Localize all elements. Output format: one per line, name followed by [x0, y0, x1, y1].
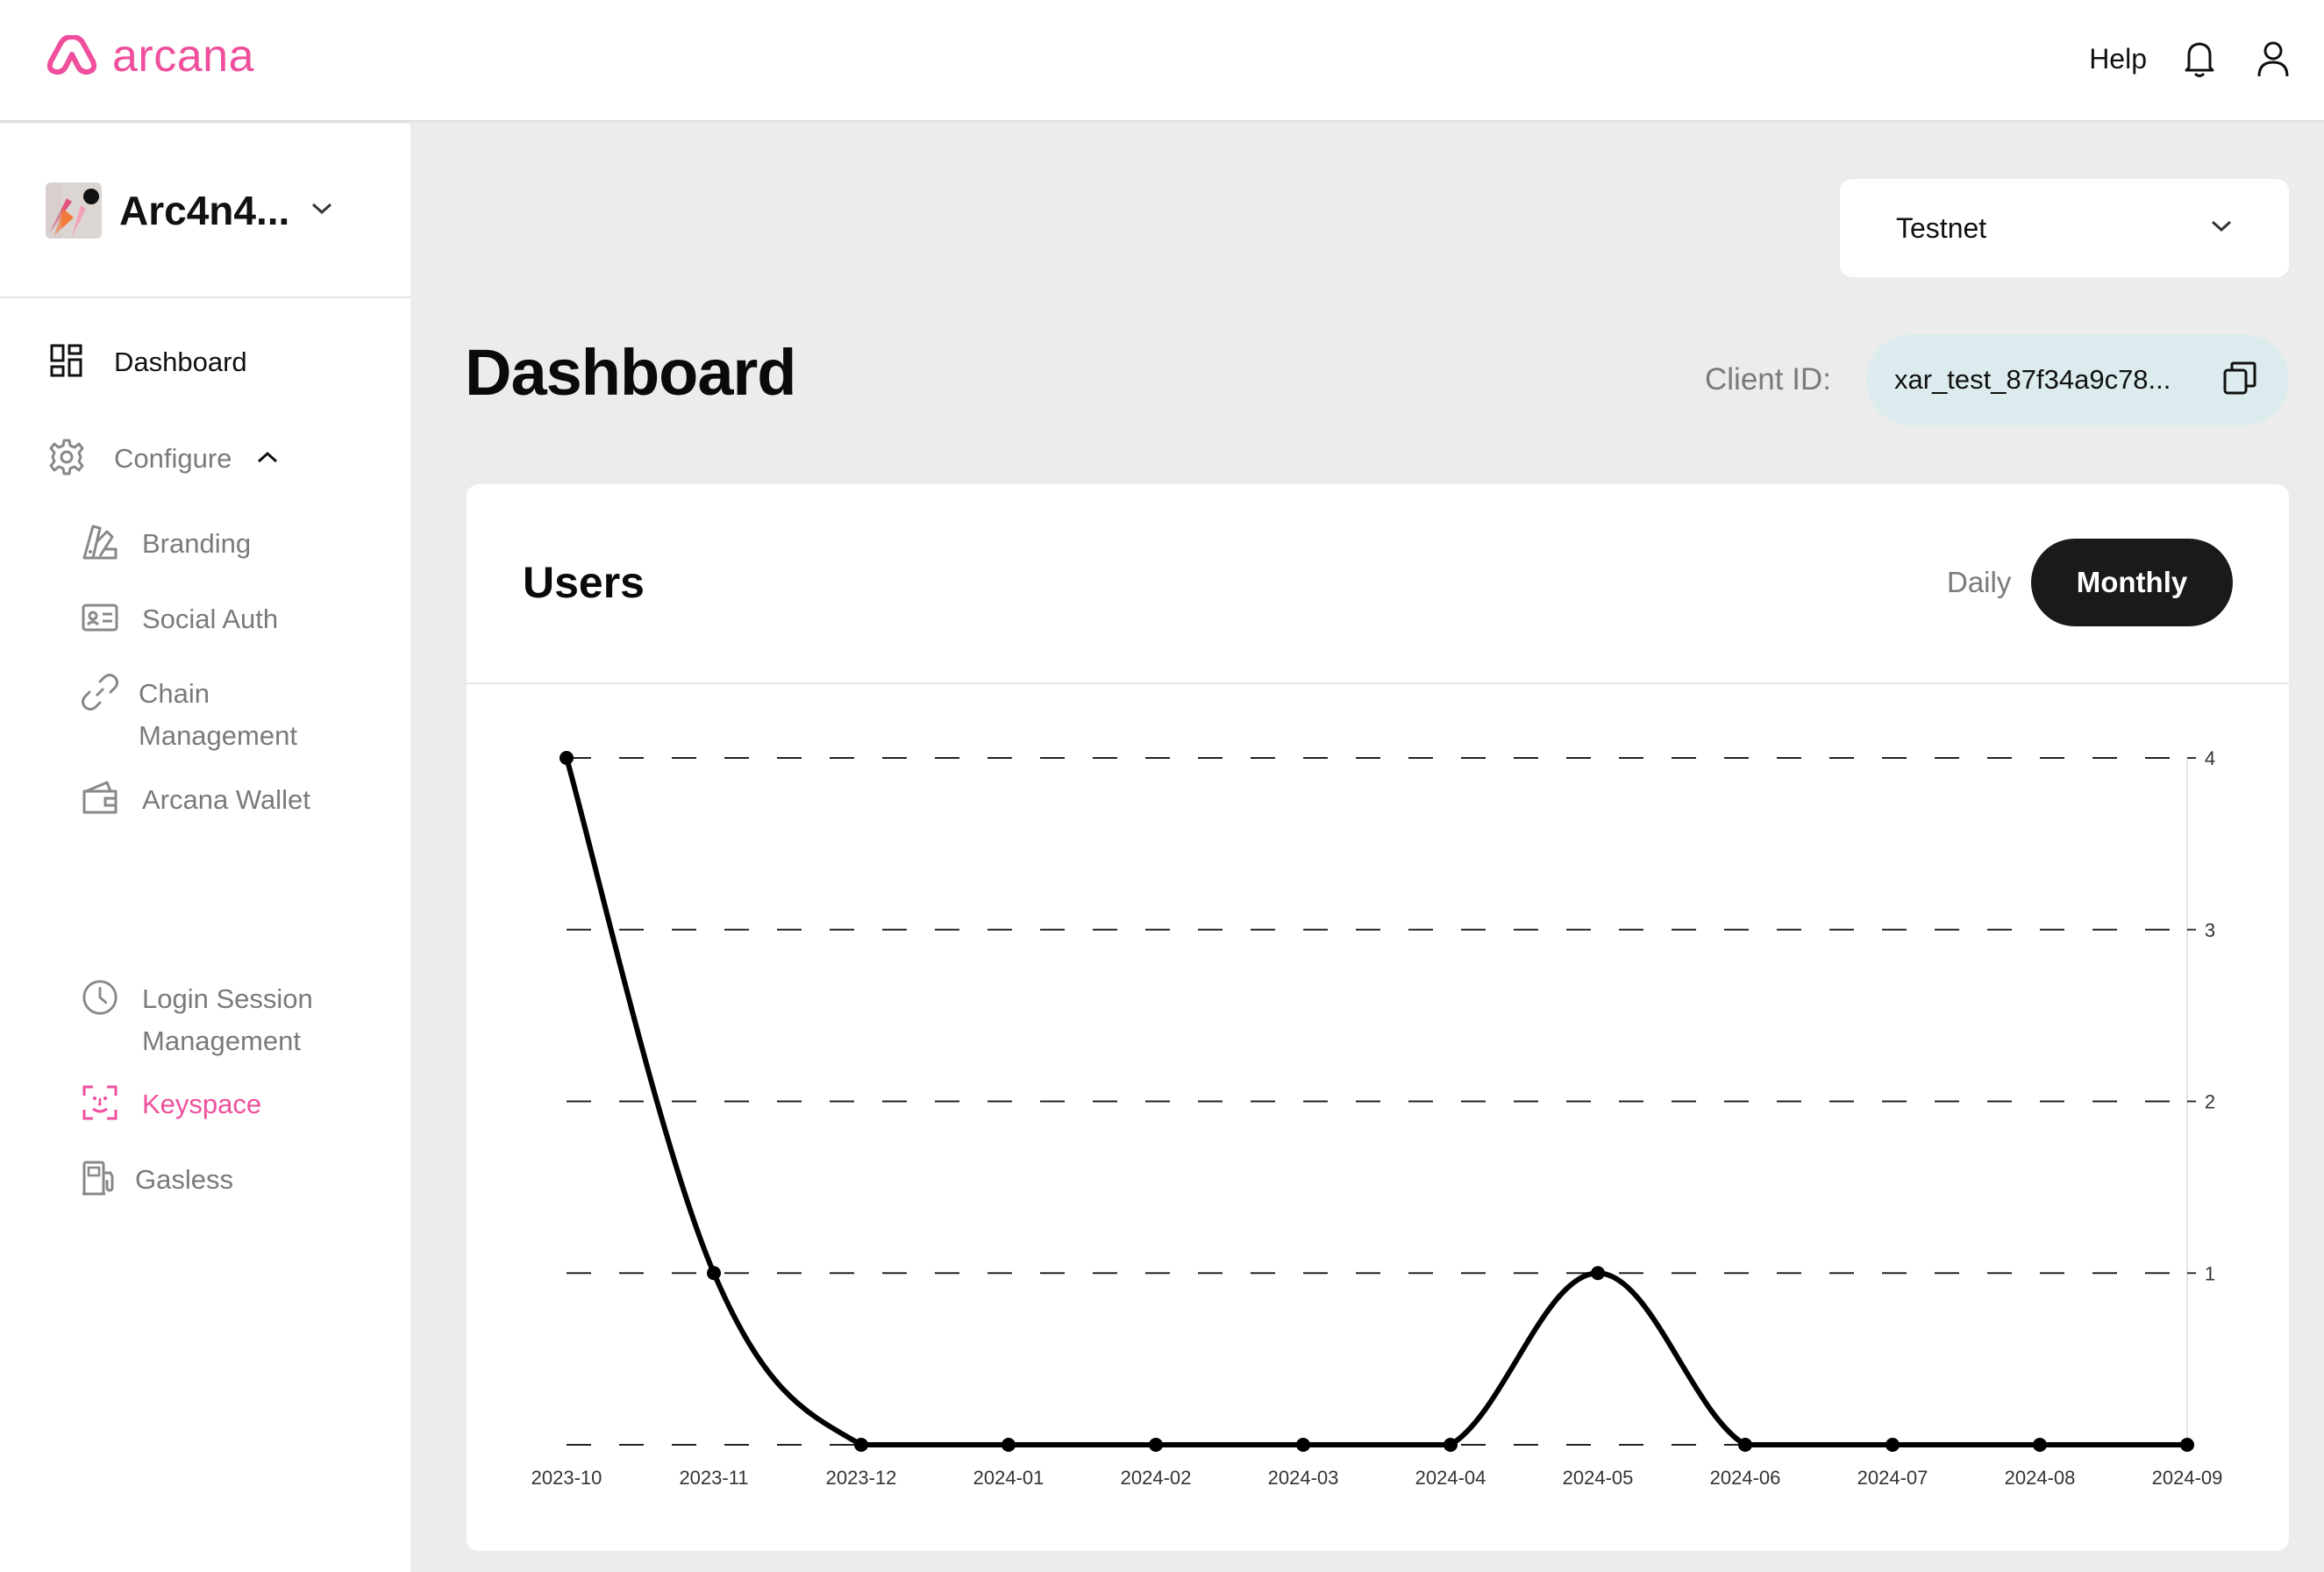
sidebar-item-label: Configure	[114, 443, 232, 474]
users-card: Users Daily Monthly	[467, 484, 2289, 1551]
gear-icon	[47, 438, 86, 476]
help-link[interactable]: Help	[2089, 43, 2147, 75]
sidebar-item-chain-management[interactable]: Chain Management	[81, 673, 297, 757]
sidebar-item-label: Social Auth	[142, 604, 279, 634]
sidebar-item-label: Gasless	[135, 1164, 233, 1195]
sidebar-item-social-auth[interactable]: Social Auth	[81, 598, 278, 640]
users-card-title: Users	[523, 558, 645, 607]
sidebar: Arc4n4... Dashboard Configure Branding S…	[0, 124, 410, 1572]
arcana-logo-icon	[46, 35, 97, 75]
chevron-up-icon[interactable]	[256, 450, 279, 468]
network-select-value: Testnet	[1896, 211, 1987, 244]
chevron-down-icon[interactable]	[310, 202, 333, 220]
client-id-value: xar_test_87f34a9c78...	[1894, 364, 2171, 395]
app-switcher[interactable]: Arc4n4...	[46, 180, 333, 241]
wallet-icon	[81, 779, 119, 818]
bell-icon[interactable]	[2178, 38, 2221, 80]
sidebar-item-label: Dashboard	[114, 347, 247, 377]
sidebar-item-label-line2: Management	[142, 1025, 301, 1056]
top-bar: arcana Help	[0, 0, 2324, 122]
grid-icon	[47, 341, 86, 380]
id-card-icon	[81, 598, 119, 637]
sidebar-item-gasless[interactable]: Gasless	[81, 1159, 233, 1201]
client-id-label: Client ID:	[1705, 362, 1831, 397]
copy-icon[interactable]	[2222, 361, 2257, 400]
sidebar-item-arcana-wallet[interactable]: Arcana Wallet	[81, 779, 310, 821]
sidebar-item-branding[interactable]: Branding	[81, 523, 251, 565]
clock-icon	[81, 978, 119, 1017]
fuel-pump-icon	[81, 1159, 119, 1197]
sidebar-item-keyspace[interactable]: Keyspace	[81, 1083, 261, 1125]
user-icon[interactable]	[2252, 38, 2294, 80]
sidebar-item-label: Arcana Wallet	[142, 784, 310, 815]
sidebar-divider	[0, 297, 410, 298]
toggle-monthly-button[interactable]: Monthly	[2031, 539, 2233, 626]
sidebar-item-login-session[interactable]: Login Session Management	[81, 978, 313, 1062]
users-card-header: Users Daily Monthly	[467, 484, 2289, 684]
sidebar-item-configure[interactable]: Configure	[47, 438, 279, 480]
brand-name: arcana	[112, 31, 254, 82]
network-select[interactable]: Testnet	[1840, 179, 2289, 277]
sidebar-item-label: Keyspace	[142, 1089, 262, 1119]
chevron-down-icon	[2210, 219, 2233, 238]
sidebar-item-label: Login Session	[142, 983, 313, 1014]
arcana-logo[interactable]: arcana	[44, 30, 254, 82]
app-name: Arc4n4...	[119, 188, 290, 233]
page-title: Dashboard	[465, 336, 797, 409]
app-avatar	[46, 182, 102, 239]
client-id-pill: xar_test_87f34a9c78...	[1866, 334, 2289, 425]
link-icon	[81, 673, 119, 711]
sidebar-item-label: Branding	[142, 528, 252, 559]
sidebar-item-label: Chain	[139, 678, 210, 709]
sidebar-item-label-line2: Management	[139, 720, 297, 751]
toggle-daily-button[interactable]: Daily	[1921, 539, 2037, 626]
face-scan-icon	[81, 1083, 119, 1122]
swatch-icon	[81, 523, 119, 561]
sidebar-item-dashboard[interactable]: Dashboard	[47, 341, 247, 383]
